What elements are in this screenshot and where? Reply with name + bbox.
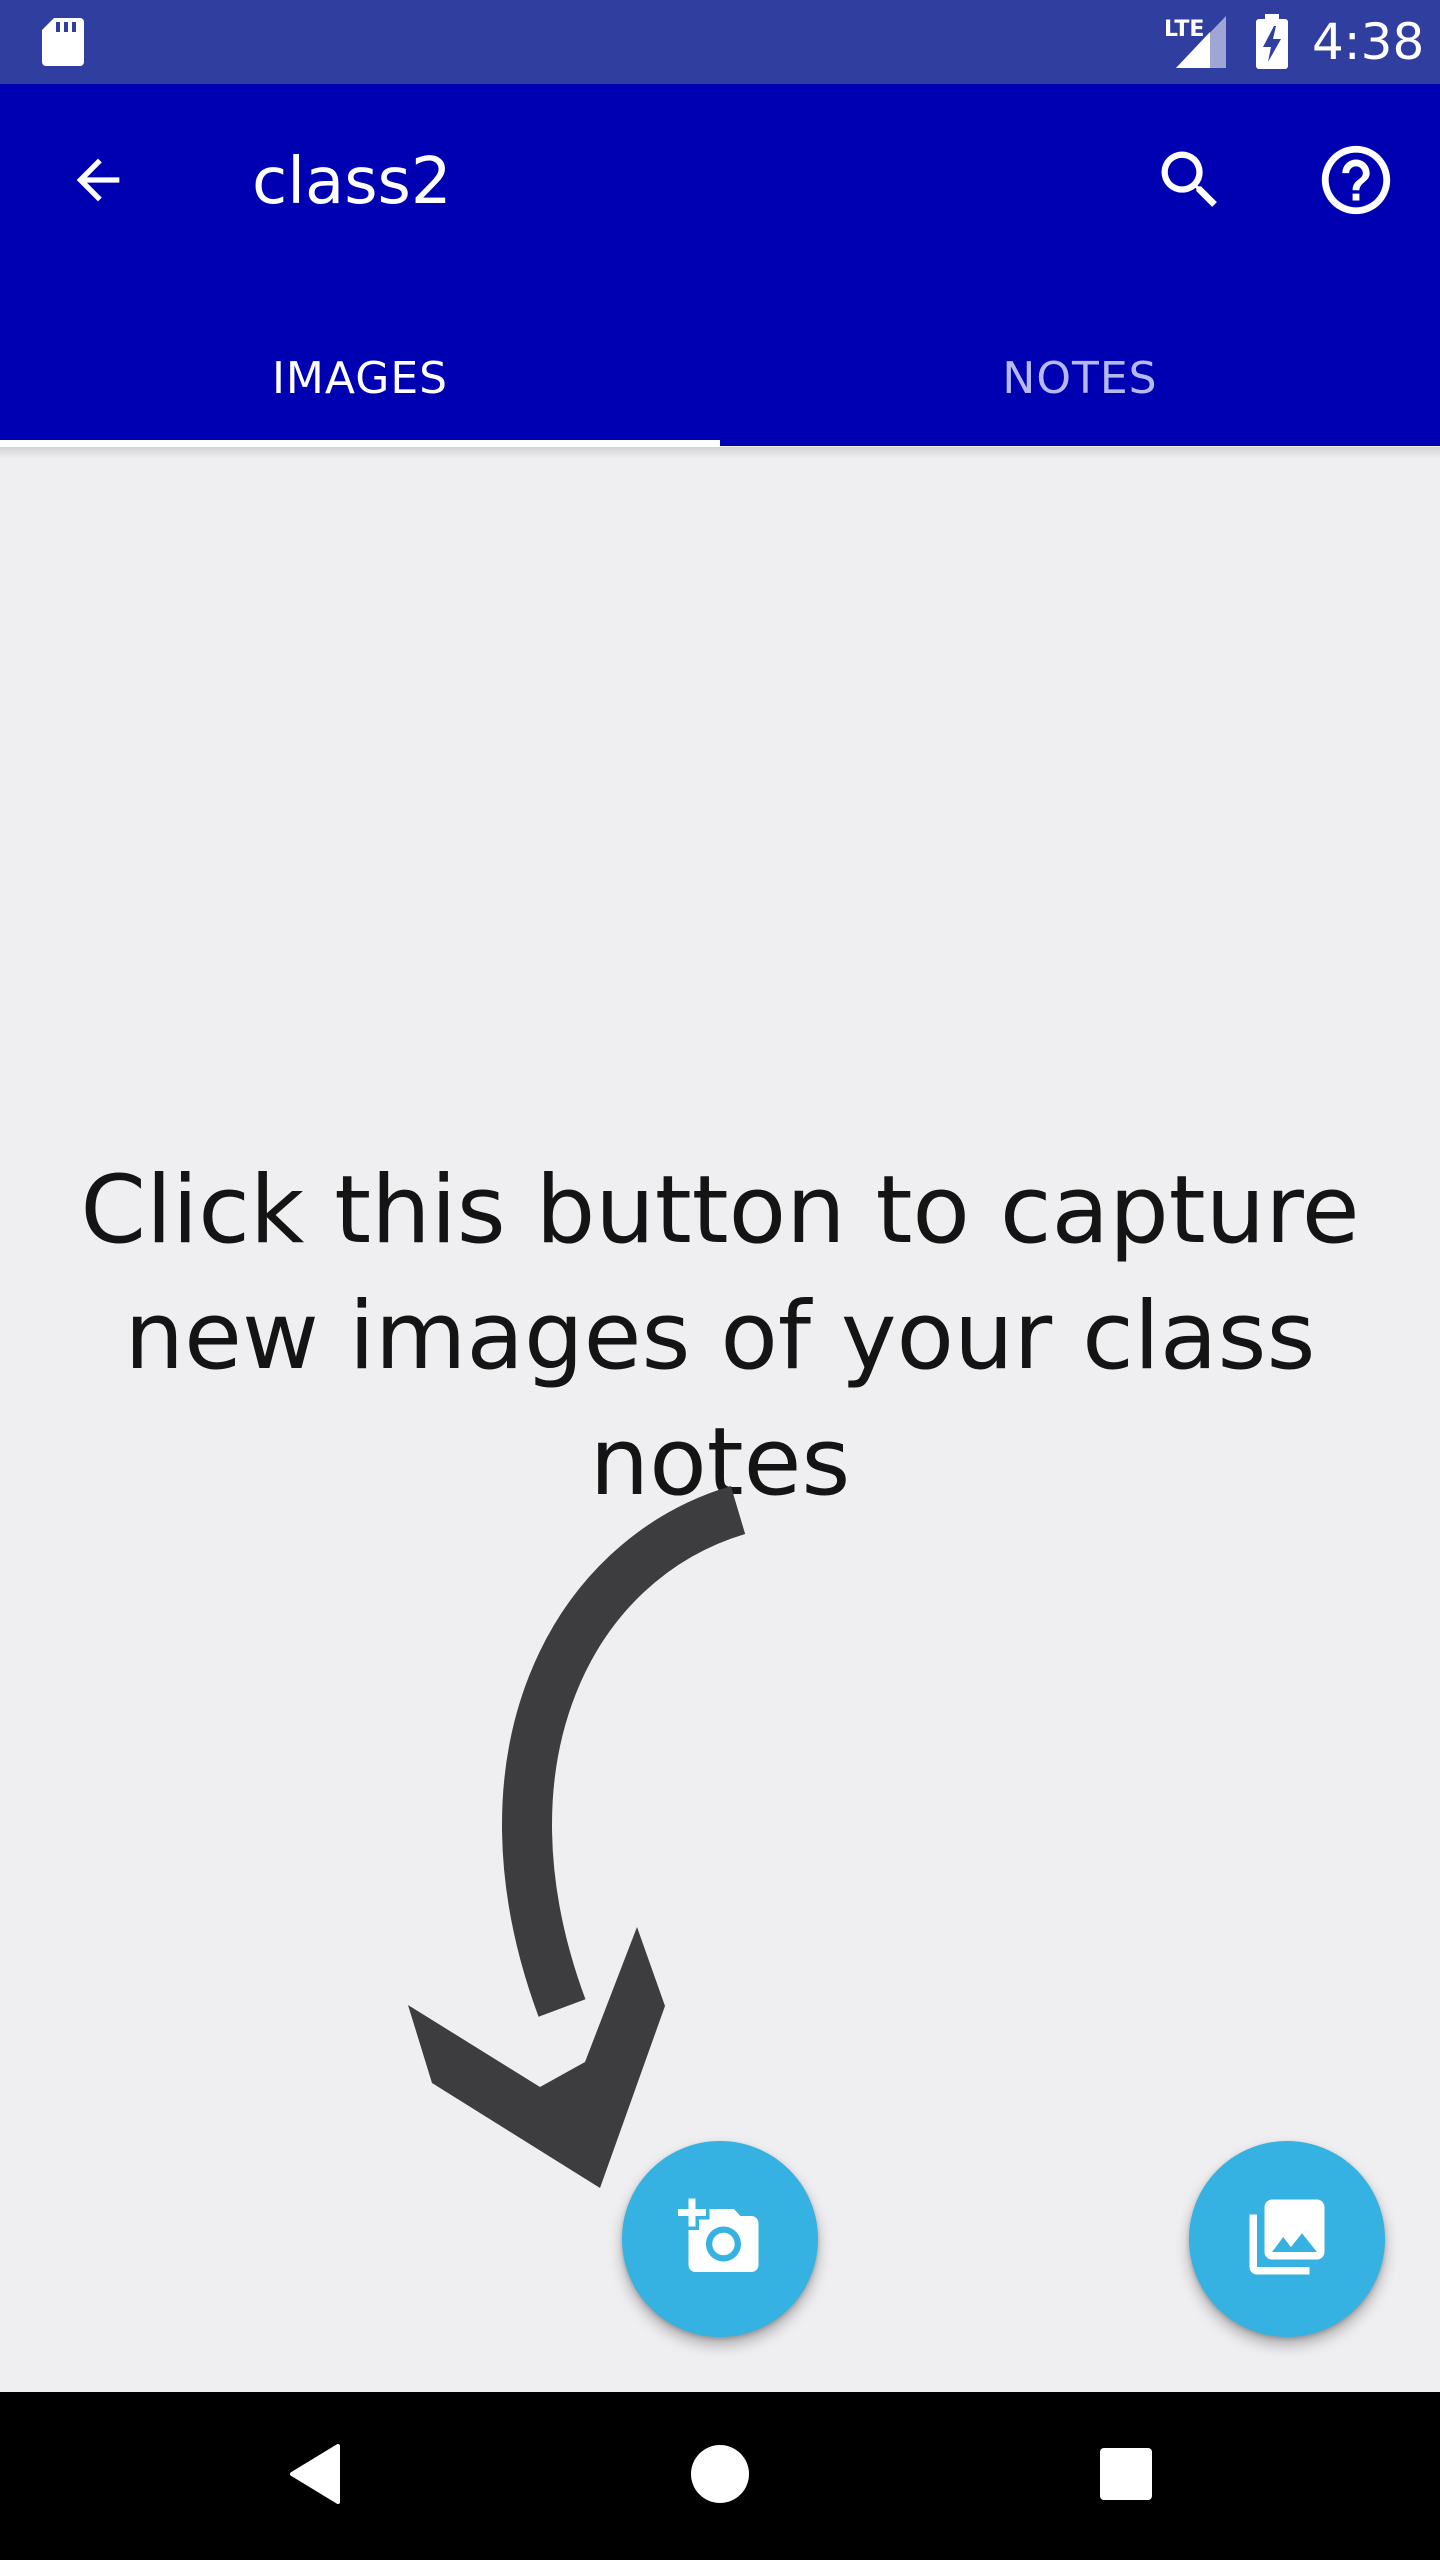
nav-back-icon xyxy=(286,2442,346,2511)
nav-recents-icon xyxy=(1098,2446,1154,2507)
add-a-photo-icon xyxy=(678,2195,762,2284)
nav-recents-button[interactable] xyxy=(1064,2414,1188,2538)
photo-library-icon xyxy=(1242,2192,1332,2287)
nav-home-button[interactable] xyxy=(658,2414,782,2538)
nav-back-button[interactable] xyxy=(254,2414,378,2538)
capture-image-button[interactable] xyxy=(622,2141,818,2337)
open-gallery-button[interactable] xyxy=(1189,2141,1385,2337)
nav-home-icon xyxy=(690,2444,750,2509)
